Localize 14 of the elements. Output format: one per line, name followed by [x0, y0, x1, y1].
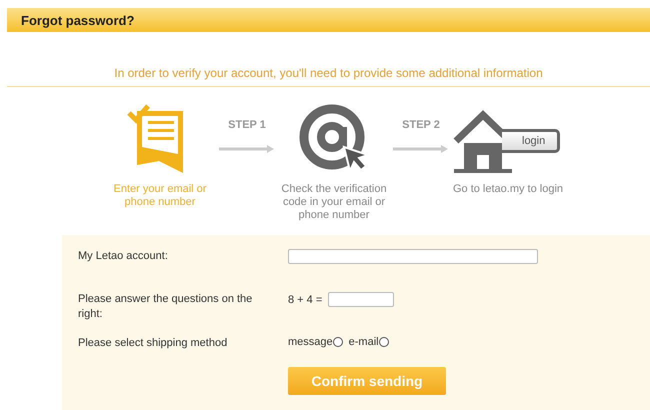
option-label: e-mail: [348, 336, 379, 348]
field-label: Please select shipping method: [78, 336, 228, 351]
step-label: STEP 1: [228, 119, 266, 131]
step-label: STEP 2: [402, 119, 440, 131]
math-question: 8 + 4 =: [288, 294, 322, 306]
step-caption: Enter your email or phone number: [112, 183, 208, 209]
field-label: My Letao account:: [78, 249, 169, 264]
login-button[interactable]: login: [502, 129, 560, 153]
step-caption: Check the verification code in your email or phone number: [280, 183, 388, 222]
option-label: message: [288, 336, 333, 348]
intro-text: In order to verify your account, you'll need to provide some additional information: [114, 66, 543, 80]
field-label: Please answer the questions on the right:: [78, 292, 254, 322]
step-caption: Go to letao.my to login: [452, 183, 564, 196]
page-title: Forgot password?: [21, 12, 134, 28]
